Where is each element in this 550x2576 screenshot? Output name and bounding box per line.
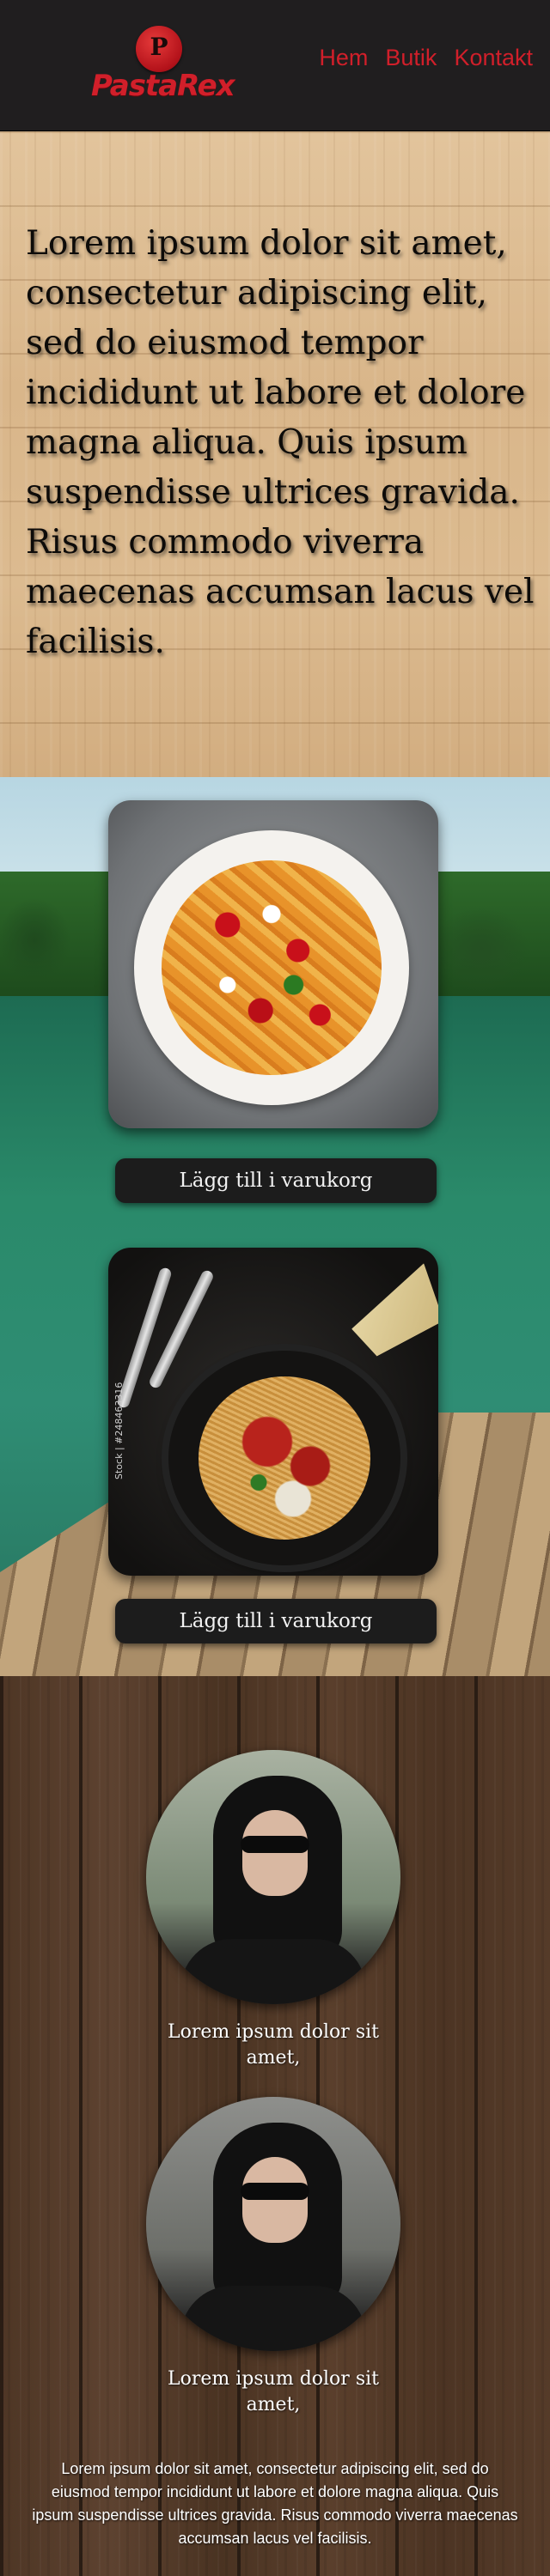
stock-watermark: Stock | #248463316 [113,1382,125,1479]
nav-link-kontakt[interactable]: Kontakt [454,45,533,71]
face [242,1810,308,1896]
team-member-photo [146,2097,400,2351]
penne-dish [162,860,382,1075]
add-to-cart-button[interactable]: Lägg till i varukorg [115,1599,437,1643]
nav-link-hem[interactable]: Hem [319,45,368,71]
logo-wordmark: PastaRex [91,69,235,103]
nav-link-butik[interactable]: Butik [385,45,437,71]
parmesan-wedge [340,1263,438,1360]
sunglasses [241,1836,309,1853]
logo-emblem-icon: P [136,26,182,72]
product-image-spaghetti: Stock | #248463316 [108,1248,438,1576]
shirt [180,1939,366,2004]
team-member-photo [146,1750,400,2004]
logo-emblem-letter: P [150,33,168,61]
site-header: P PastaRex Hem Butik Kontakt [0,0,550,131]
hero-text: Lorem ipsum dolor sit amet, consectetur … [26,224,535,661]
face [242,2157,308,2243]
product-image-penne [108,800,438,1128]
hero-section: Lorem ipsum dolor sit amet, consectetur … [0,131,550,777]
add-to-cart-button[interactable]: Lägg till i varukorg [115,1158,437,1203]
team-section: Lorem ipsum dolor sit amet, Lorem ipsum … [0,1676,550,2576]
main-nav: Hem Butik Kontakt [319,45,533,71]
footer-text: Lorem ipsum dolor sit amet, consectetur … [32,2460,518,2547]
team-member-caption: Lorem ipsum dolor sit amet, [168,2021,379,2069]
sunglasses [241,2183,309,2200]
team-member-caption: Lorem ipsum dolor sit amet, [168,2368,379,2415]
shirt [180,2286,366,2351]
spaghetti-dish [199,1376,370,1540]
pastarex-logo[interactable]: P PastaRex [91,21,235,110]
products-section: Lägg till i varukorg Stock | #248463316 … [0,777,550,1676]
